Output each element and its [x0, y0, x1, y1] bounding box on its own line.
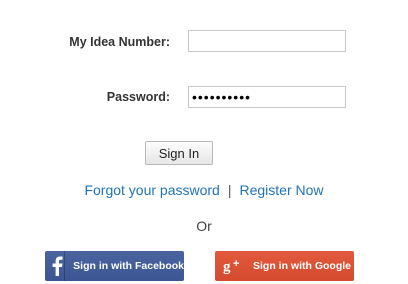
google-button-label: Sign in with Google — [253, 260, 351, 272]
idea-number-input[interactable] — [188, 30, 346, 52]
link-separator: | — [227, 182, 232, 198]
forgot-password-link[interactable]: Forgot your password — [84, 182, 219, 198]
facebook-sign-in-button[interactable]: Sign in with Facebook — [45, 251, 184, 281]
or-divider-text: Or — [196, 218, 212, 234]
google-sign-in-button[interactable]: g + Sign in with Google — [215, 251, 354, 281]
password-label: Password: — [106, 90, 170, 104]
password-input[interactable] — [188, 86, 346, 108]
register-now-link[interactable]: Register Now — [240, 182, 324, 198]
facebook-button-label: Sign in with Facebook — [73, 260, 184, 272]
idea-number-label: My Idea Number: — [69, 35, 170, 49]
login-form: My Idea Number: Password: Sign In Forgot… — [0, 0, 408, 284]
svg-text:g: g — [223, 259, 231, 274]
facebook-icon — [49, 251, 66, 281]
google-plus-icon: g + — [221, 251, 245, 281]
svg-text:+: + — [233, 258, 239, 270]
account-links: Forgot your password | Register Now — [0, 182, 408, 198]
sign-in-button[interactable]: Sign In — [145, 141, 213, 165]
